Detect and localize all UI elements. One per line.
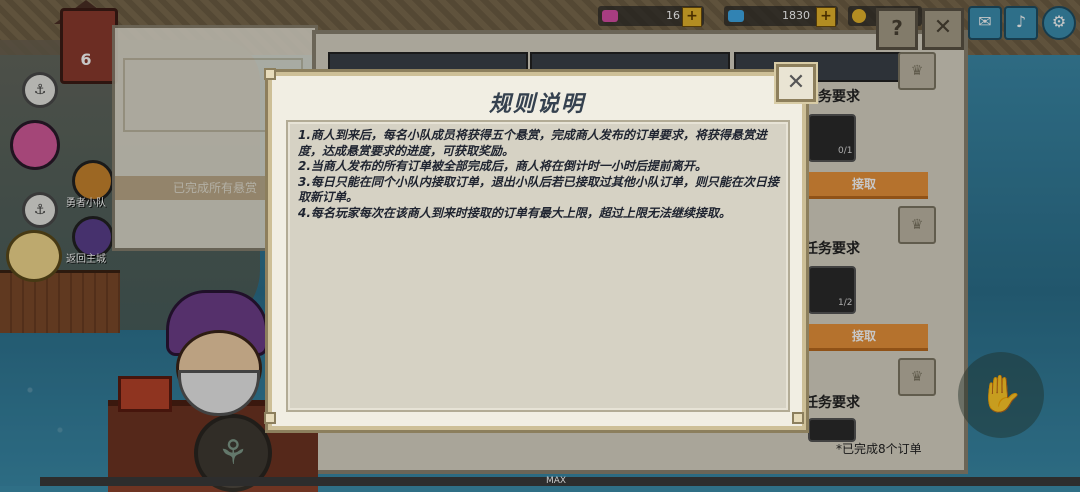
rule-item: 3.每日只能在同个小队内接取订单，退出小队后若已接取过其他小队订单，则只能在次日… bbox=[298, 174, 779, 205]
dialog-close-button[interactable]: ✕ bbox=[776, 64, 816, 102]
dialog-title: 规则说明 bbox=[488, 92, 585, 117]
dialog-corner bbox=[264, 68, 276, 80]
dialog-corner bbox=[792, 412, 804, 424]
rule-item: 1.商人到来后，每名小队成员将获得五个悬赏，完成商人发布的订单要求，将获得悬赏进… bbox=[298, 128, 767, 158]
rules-dialog: 规则说明 1.商人到来后，每名小队成员将获得五个悬赏，完成商人发布的订单要求，将… bbox=[268, 72, 806, 430]
rules-list: 1.商人到来后，每名小队成员将获得五个悬赏，完成商人发布的订单要求，将获得悬赏进… bbox=[298, 128, 782, 221]
rules-body: 1.商人到来后，每名小队成员将获得五个悬赏，完成商人发布的订单要求，将获得悬赏进… bbox=[286, 120, 790, 412]
rule-item: 2.当商人发布的所有订单被全部完成后，商人将在倒计时一小时后提前离开。 bbox=[298, 159, 707, 173]
rule-item: 4.每名玩家每次在该商人到来时接取的订单有最大上限，超过上限无法继续接取。 bbox=[298, 205, 731, 220]
dialog-corner bbox=[264, 412, 276, 424]
